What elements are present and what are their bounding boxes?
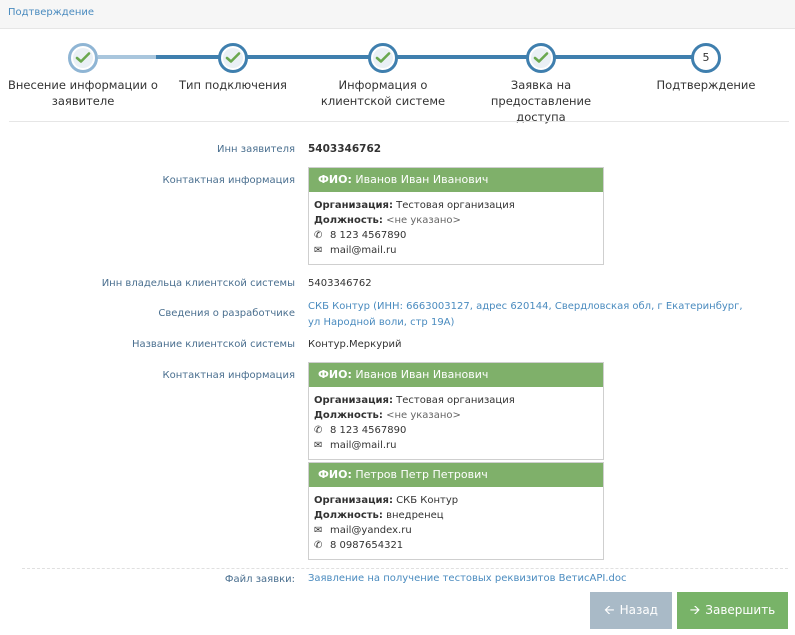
contact-phone-row: ✆ 8 123 4567890 — [314, 425, 407, 436]
system-name-value: Контур.Меркурий — [308, 339, 402, 350]
wizard-step-5[interactable]: 5 — [691, 43, 721, 73]
envelope-icon: ✉ — [314, 245, 323, 256]
developer-value[interactable]: СКБ Контур (ИНН: 6663003127, адрес 62014… — [308, 299, 748, 331]
wizard-step-2-label: Тип подключения — [179, 78, 287, 92]
wizard-step-5-label: Подтверждение — [656, 78, 756, 92]
system-contact-card: ФИО: Иванов Иван Иванович Организация: Т… — [308, 362, 604, 460]
top-bar: Подтверждение — [0, 0, 795, 29]
arrow-right-icon: 🡪 — [689, 603, 701, 618]
applicant-contact-label: Контактная информация — [162, 175, 295, 186]
contact-phone-row: ✆ 8 0987654321 — [314, 540, 404, 551]
wizard-step-2[interactable] — [218, 43, 248, 73]
contact-card-header: ФИО: Петров Петр Петрович — [309, 463, 603, 487]
contact-fio: Иванов Иван Иванович — [355, 173, 489, 186]
phone-icon: ✆ — [314, 230, 323, 241]
arrow-left-icon: 🡨 — [604, 603, 615, 618]
divider — [9, 121, 789, 122]
system-name-label: Название клиентской системы — [131, 339, 295, 350]
wizard-track-segment — [98, 55, 156, 59]
back-button[interactable]: 🡨 Назад — [590, 592, 672, 629]
dashed-divider — [22, 568, 788, 569]
envelope-icon: ✉ — [314, 440, 323, 451]
contact-card-header: ФИО: Иванов Иван Иванович — [309, 168, 603, 192]
contact-org-row: Организация: СКБ Контур — [314, 495, 459, 506]
applicant-contact-card: ФИО: Иванов Иван Иванович Организация: Т… — [308, 167, 604, 265]
contact-position-row: Должность: внедренец — [314, 510, 444, 521]
contact-phone-row: ✆ 8 123 4567890 — [314, 230, 407, 241]
developer-label: Сведения о разработчике — [158, 308, 295, 319]
contact-fio: Петров Петр Петрович — [355, 468, 488, 481]
check-icon — [533, 52, 549, 63]
wizard-step-4[interactable] — [526, 43, 556, 73]
check-icon — [75, 52, 91, 63]
system-contact-card: ФИО: Петров Петр Петрович Организация: С… — [308, 462, 604, 560]
step-number: 5 — [702, 51, 710, 64]
contact-fio: Иванов Иван Иванович — [355, 368, 489, 381]
file-label: Файл заявки: — [224, 574, 295, 585]
contact-position-row: Должность: <не указано> — [314, 215, 461, 226]
wizard-step-4-label: Заявка на предоставление доступа — [490, 78, 592, 124]
contact-org-row: Организация: Тестовая организация — [314, 395, 515, 406]
breadcrumb[interactable]: Подтверждение — [8, 7, 94, 18]
file-link[interactable]: Заявление на получение тестовых реквизит… — [308, 571, 748, 587]
wizard-step-1-label: Внесение информации о заявителе — [8, 78, 158, 108]
applicant-inn-label: Инн заявителя — [217, 144, 295, 155]
contact-org-row: Организация: Тестовая организация — [314, 200, 515, 211]
contact-position-row: Должность: <не указано> — [314, 410, 461, 421]
system-contact-label: Контактная информация — [162, 370, 295, 381]
owner-inn-label: Инн владельца клиентской системы — [101, 278, 295, 289]
finish-button[interactable]: 🡪 Завершить — [677, 592, 788, 629]
wizard-step-3[interactable] — [368, 43, 398, 73]
phone-icon: ✆ — [314, 425, 323, 436]
contact-email-row: ✉ mail@yandex.ru — [314, 525, 412, 536]
wizard-step-1[interactable] — [68, 43, 98, 73]
phone-icon: ✆ — [314, 540, 323, 551]
check-icon — [225, 52, 241, 63]
envelope-icon: ✉ — [314, 525, 323, 536]
wizard-step-3-label: Информация о клиентской системе — [320, 78, 446, 108]
contact-email-row: ✉ mail@mail.ru — [314, 245, 397, 256]
owner-inn-value: 5403346762 — [308, 278, 372, 289]
applicant-inn-value: 5403346762 — [308, 143, 382, 155]
contact-email-row: ✉ mail@mail.ru — [314, 440, 397, 451]
check-icon — [375, 52, 391, 63]
contact-card-header: ФИО: Иванов Иван Иванович — [309, 363, 603, 387]
